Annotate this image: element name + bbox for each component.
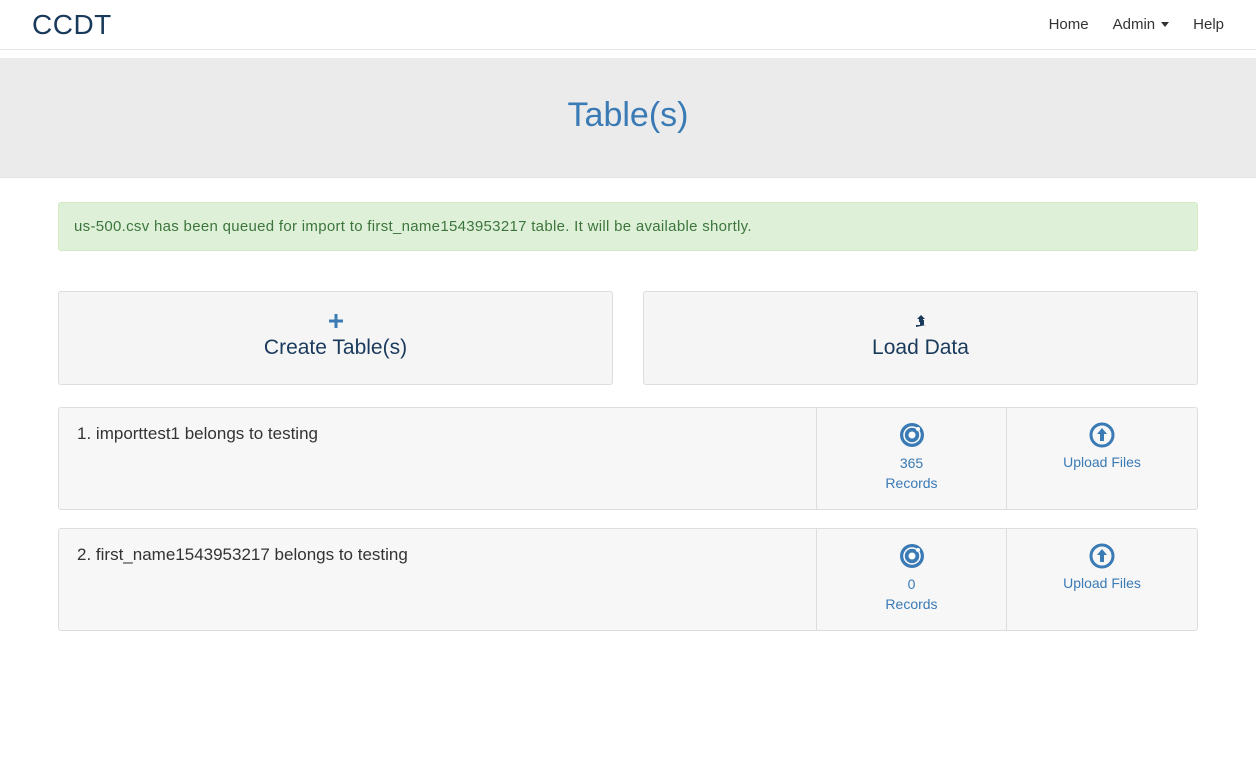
upload-icon (1015, 543, 1189, 569)
upload-cell[interactable]: Upload Files (1007, 529, 1197, 630)
nav-admin[interactable]: Admin (1113, 16, 1170, 33)
brand-logo[interactable]: CCDT (32, 9, 112, 41)
upload-label: Upload Files (1015, 454, 1189, 470)
records-icon (825, 543, 998, 569)
records-count: 0 (825, 575, 998, 595)
records-count: 365 (825, 454, 998, 474)
success-alert: us-500.csv has been queued for import to… (58, 202, 1198, 251)
upload-label: Upload Files (1015, 575, 1189, 591)
load-data-icon (644, 314, 1197, 332)
records-cell[interactable]: 365 Records (817, 408, 1007, 509)
nav-help[interactable]: Help (1193, 16, 1224, 33)
table-index: 2. (77, 545, 91, 564)
nav-help-label: Help (1193, 16, 1224, 33)
records-icon (825, 422, 998, 448)
navbar: CCDT Home Admin Help (0, 0, 1256, 50)
create-table-button[interactable]: Create Table(s) (58, 291, 613, 385)
load-data-label: Load Data (644, 336, 1197, 360)
nav-links: Home Admin Help (1049, 16, 1224, 33)
table-name-cell[interactable]: 1. importtest1 belongs to testing (59, 408, 817, 509)
nav-home-label: Home (1049, 16, 1089, 33)
table-name-cell[interactable]: 2. first_name1543953217 belongs to testi… (59, 529, 817, 630)
nav-home[interactable]: Home (1049, 16, 1089, 33)
chevron-down-icon (1161, 22, 1169, 27)
upload-icon (1015, 422, 1189, 448)
records-cell[interactable]: 0 Records (817, 529, 1007, 630)
records-label: Records (825, 595, 998, 615)
upload-cell[interactable]: Upload Files (1007, 408, 1197, 509)
table-name: importtest1 belongs to testing (96, 424, 318, 443)
page-header: Table(s) (0, 50, 1256, 178)
table-name: first_name1543953217 belongs to testing (96, 545, 408, 564)
table-row: 2. first_name1543953217 belongs to testi… (58, 528, 1198, 631)
main-container: us-500.csv has been queued for import to… (43, 178, 1213, 673)
load-data-button[interactable]: Load Data (643, 291, 1198, 385)
records-label: Records (825, 474, 998, 494)
create-table-label: Create Table(s) (59, 336, 612, 360)
nav-admin-label: Admin (1113, 16, 1156, 33)
action-row: Create Table(s) Load Data (58, 291, 1198, 385)
page-title: Table(s) (0, 96, 1256, 135)
table-row: 1. importtest1 belongs to testing 365 Re… (58, 407, 1198, 510)
table-index: 1. (77, 424, 91, 443)
plus-icon (59, 314, 612, 332)
